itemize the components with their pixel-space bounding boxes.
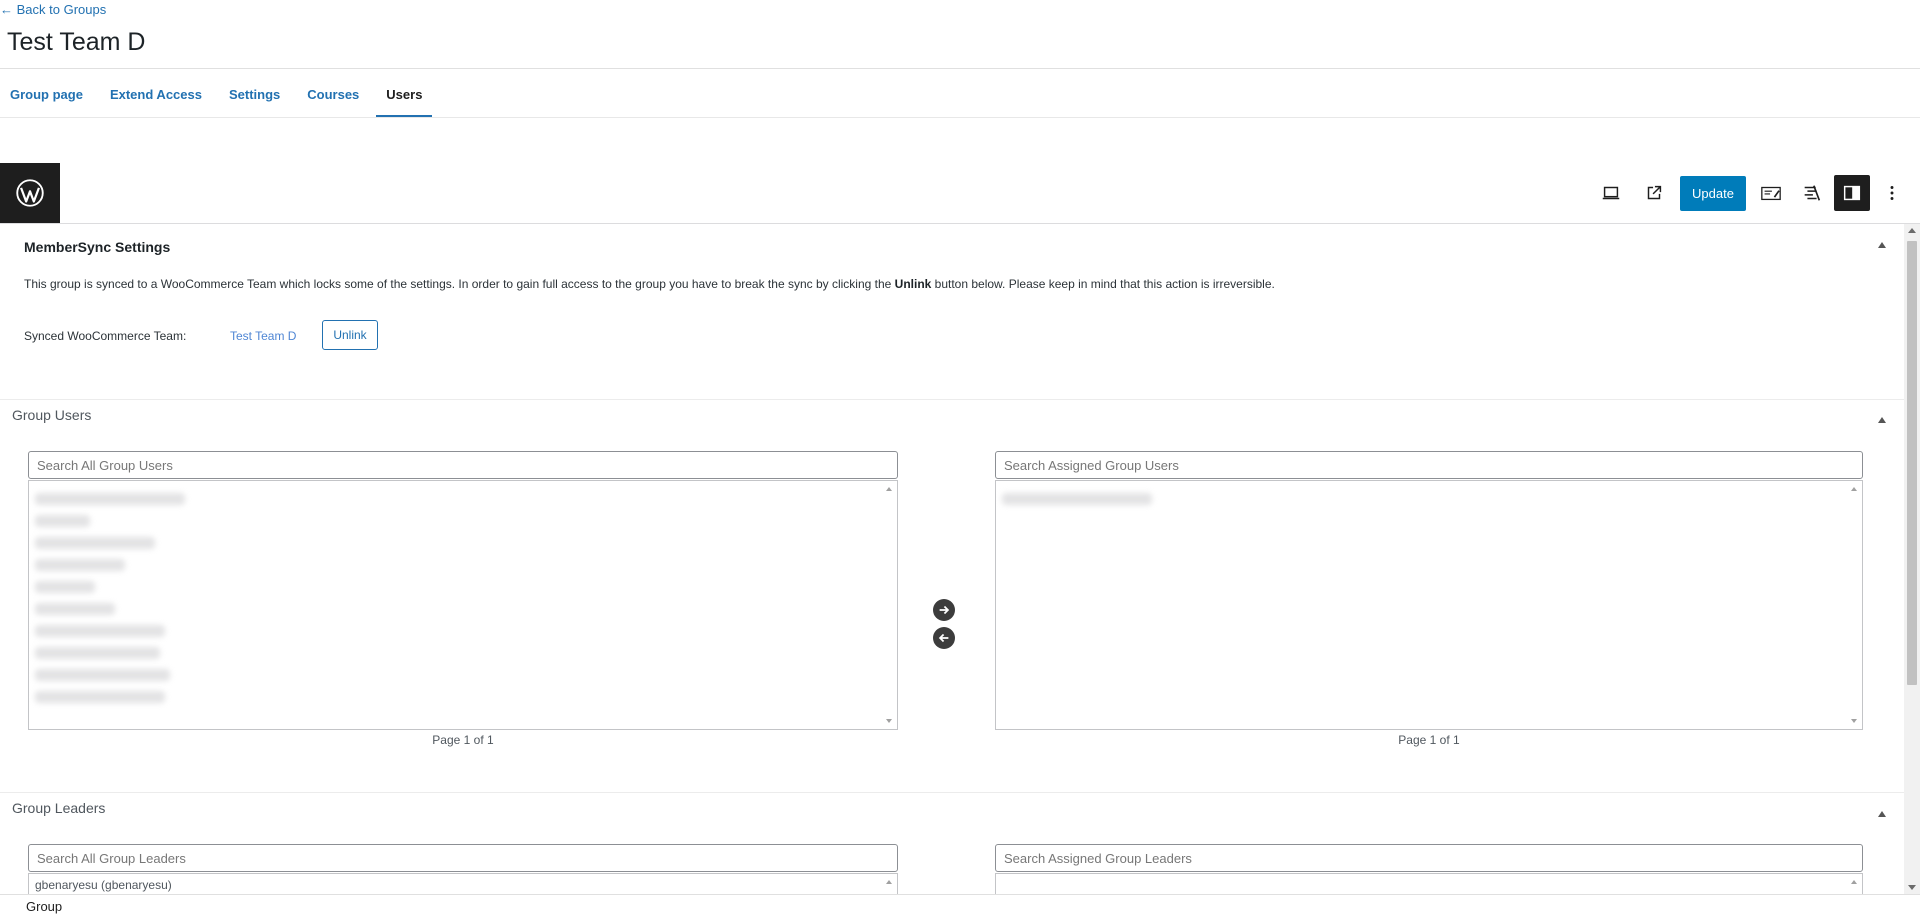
all-group-leaders-list[interactable]: gbenaryesu (gbenaryesu): [28, 873, 898, 894]
divider: [0, 792, 1904, 793]
editor-toolbar: Update: [0, 163, 1920, 224]
back-to-groups-link[interactable]: ← Back to Groups: [0, 2, 106, 17]
list-item[interactable]: gbenaryesu (gbenaryesu): [35, 878, 172, 892]
list-item[interactable]: [35, 493, 185, 505]
group-users-title: Group Users: [12, 407, 92, 423]
list-item[interactable]: [35, 669, 170, 681]
editor-content: MemberSync Settings This group is synced…: [0, 224, 1904, 894]
arrow-right-icon: [939, 605, 950, 615]
assigned-group-leaders-list[interactable]: [995, 873, 1863, 894]
divider: [0, 68, 1920, 69]
assigned-users-pagination: Page 1 of 1: [1398, 733, 1460, 747]
wordpress-icon: [16, 179, 44, 207]
scrollbar-thumb[interactable]: [1907, 241, 1917, 685]
preview-device-button[interactable]: [1593, 175, 1629, 211]
page-scrollbar[interactable]: [1904, 224, 1920, 894]
performance-button[interactable]: [1794, 175, 1830, 211]
search-all-group-leaders-input[interactable]: [28, 844, 898, 872]
list-scrollbar[interactable]: [1847, 481, 1862, 729]
list-item[interactable]: [35, 537, 155, 549]
search-all-group-users-input[interactable]: [28, 451, 898, 479]
divider: [0, 117, 1920, 118]
scroll-down-icon[interactable]: [1908, 885, 1916, 890]
more-vertical-icon: [1890, 186, 1894, 200]
list-item[interactable]: [35, 559, 125, 571]
tab-bar: Group page Extend Access Settings Course…: [0, 70, 433, 118]
synced-team-link[interactable]: Test Team D: [230, 329, 296, 343]
edit-note-button[interactable]: [1753, 175, 1789, 211]
search-assigned-group-users-input[interactable]: [995, 451, 1863, 479]
view-post-button[interactable]: [1636, 175, 1672, 211]
list-scrollbar[interactable]: [882, 874, 897, 894]
group-leaders-title: Group Leaders: [12, 800, 106, 816]
search-assigned-group-leaders-input[interactable]: [995, 844, 1863, 872]
list-item[interactable]: [35, 581, 95, 593]
list-item[interactable]: [1002, 493, 1152, 505]
list-item[interactable]: [35, 691, 165, 703]
group-leaders-collapse-toggle[interactable]: [1878, 811, 1886, 817]
block-breadcrumb-bar: Group: [0, 894, 1920, 920]
remove-user-button[interactable]: [933, 627, 955, 649]
speed-icon: [1804, 185, 1821, 201]
unlink-button[interactable]: Unlink: [322, 320, 378, 350]
tab-group-page[interactable]: Group page: [0, 70, 100, 118]
settings-sidebar-button[interactable]: [1834, 175, 1870, 211]
divider: [0, 399, 1904, 400]
update-button[interactable]: Update: [1680, 176, 1746, 211]
wordpress-logo-button[interactable]: [0, 163, 60, 223]
scroll-up-icon[interactable]: [1908, 228, 1916, 233]
list-item[interactable]: [35, 603, 115, 615]
assigned-group-users-list[interactable]: [995, 480, 1863, 730]
options-menu-button[interactable]: [1874, 175, 1910, 211]
all-users-pagination: Page 1 of 1: [432, 733, 494, 747]
synced-team-label: Synced WooCommerce Team:: [24, 329, 187, 343]
desc-text: This group is synced to a WooCommerce Te…: [24, 277, 895, 291]
desc-bold: Unlink: [894, 277, 932, 291]
group-users-collapse-toggle[interactable]: [1878, 417, 1886, 423]
tab-courses[interactable]: Courses: [297, 70, 376, 118]
list-scrollbar[interactable]: [882, 481, 897, 729]
add-user-button[interactable]: [933, 599, 955, 621]
tab-users[interactable]: Users: [376, 70, 433, 118]
external-link-icon: [1647, 185, 1662, 200]
list-item[interactable]: [35, 647, 160, 659]
pencil-note-icon: [1761, 186, 1781, 201]
desktop-icon: [1602, 186, 1620, 200]
all-group-users-list[interactable]: [28, 480, 898, 730]
sidebar-icon: [1843, 185, 1861, 201]
list-item[interactable]: [35, 515, 90, 527]
tab-settings[interactable]: Settings: [219, 70, 297, 118]
membersync-collapse-toggle[interactable]: [1878, 242, 1886, 248]
desc-text: button below. Please keep in mind that t…: [931, 277, 1275, 291]
list-scrollbar[interactable]: [1847, 874, 1862, 894]
list-item[interactable]: [35, 625, 165, 637]
tab-extend-access[interactable]: Extend Access: [100, 70, 219, 118]
page-title: Test Team D: [7, 28, 146, 56]
breadcrumb-item-group[interactable]: Group: [26, 899, 62, 914]
arrow-left-icon: [938, 633, 949, 643]
membersync-description: This group is synced to a WooCommerce Te…: [24, 277, 1275, 291]
membersync-title: MemberSync Settings: [24, 239, 171, 255]
